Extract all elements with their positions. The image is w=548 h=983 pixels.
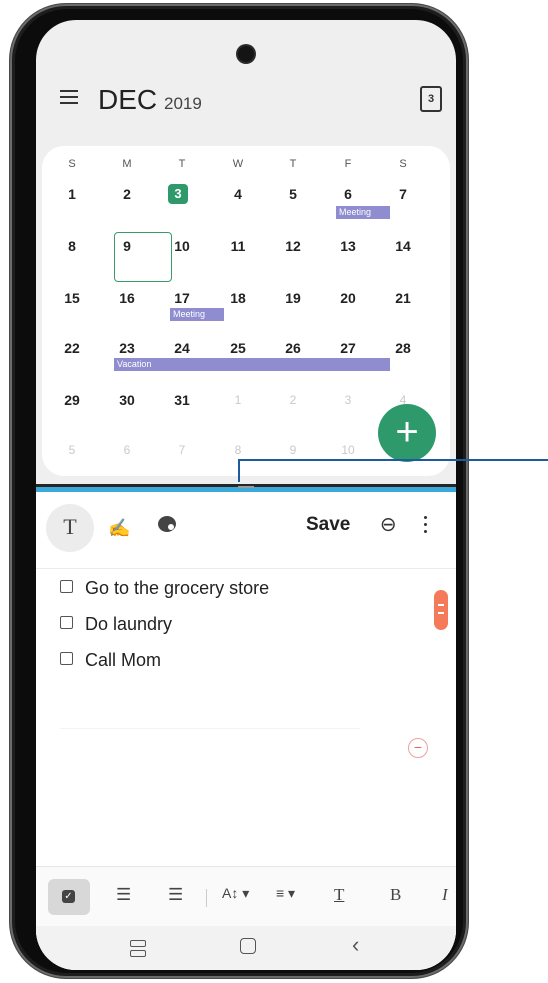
checkbox-icon[interactable] bbox=[60, 580, 73, 593]
calendar-day[interactable]: 21 bbox=[383, 290, 423, 306]
calendar-day-next-month[interactable]: 9 bbox=[273, 443, 313, 457]
weekday-label: M bbox=[122, 158, 132, 170]
formatting-toolbar: ✓ ☰ ☰ A↕ ▾ ≡ ▾ T B I bbox=[36, 866, 456, 927]
camera-cutout bbox=[238, 46, 254, 62]
weekday-label: S bbox=[399, 158, 407, 170]
more-options-icon[interactable] bbox=[424, 516, 428, 537]
system-navigation-bar: ‹ bbox=[36, 926, 456, 970]
calendar-day[interactable]: 22 bbox=[52, 340, 92, 356]
weekday-label: F bbox=[344, 158, 352, 170]
event-chip-vacation[interactable]: Vacation bbox=[114, 358, 390, 371]
calendar-day-next-month[interactable]: 1 bbox=[218, 393, 258, 407]
calendar-day[interactable]: 2 bbox=[107, 186, 147, 202]
save-button[interactable]: Save bbox=[306, 514, 350, 536]
recents-icon[interactable] bbox=[130, 940, 146, 957]
numbered-list-icon[interactable]: ☰ bbox=[116, 885, 131, 905]
calendar-day-next-month[interactable]: 10 bbox=[328, 443, 368, 457]
checklist-item-text[interactable]: Go to the grocery store bbox=[85, 578, 269, 598]
month-label[interactable]: DEC bbox=[98, 84, 157, 116]
align-icon[interactable]: ≡ ▾ bbox=[276, 885, 295, 902]
screen: DEC 2019 3 S M T W T F S 1 2 3 4 5 6 7 M… bbox=[36, 20, 456, 970]
calendar-day[interactable]: 5 bbox=[273, 186, 313, 202]
calendar-day[interactable]: 14 bbox=[383, 238, 423, 254]
calendar-day[interactable]: 17 bbox=[162, 290, 202, 306]
calendar-day[interactable]: 11 bbox=[218, 238, 258, 254]
back-icon[interactable]: ‹ bbox=[352, 932, 359, 958]
calendar-day[interactable]: 27 bbox=[328, 340, 368, 356]
scroll-handle[interactable] bbox=[434, 590, 448, 630]
phone-frame: DEC 2019 3 S M T W T F S 1 2 3 4 5 6 7 M… bbox=[10, 4, 468, 978]
today-day[interactable]: 3 bbox=[168, 184, 188, 204]
text-mode-button[interactable]: T bbox=[46, 504, 94, 552]
calendar-day[interactable]: 23 bbox=[107, 340, 147, 356]
calendar-day-next-month[interactable]: 8 bbox=[218, 443, 258, 457]
add-event-button[interactable]: + bbox=[378, 404, 436, 462]
checklist-item-text[interactable]: Call Mom bbox=[85, 650, 161, 670]
event-chip-meeting[interactable]: Meeting bbox=[336, 206, 390, 219]
text-color-button[interactable]: T bbox=[334, 885, 344, 905]
text-size-icon[interactable]: A↕ ▾ bbox=[222, 885, 249, 902]
bullet-list-icon[interactable]: ☰ bbox=[168, 885, 183, 905]
attach-icon[interactable]: ⊘ bbox=[374, 510, 404, 540]
checklist-item-text[interactable]: Do laundry bbox=[85, 614, 172, 634]
weekday-label: T bbox=[289, 158, 297, 170]
home-icon[interactable] bbox=[240, 938, 256, 954]
checkbox-icon[interactable] bbox=[60, 652, 73, 665]
calendar-day[interactable]: 30 bbox=[107, 392, 147, 408]
palette-icon[interactable] bbox=[158, 516, 176, 532]
calendar-day[interactable]: 6 bbox=[328, 186, 368, 202]
calendar-day[interactable]: 9 bbox=[107, 238, 147, 254]
calendar-day[interactable]: 12 bbox=[273, 238, 313, 254]
calendar-header: DEC 2019 3 bbox=[36, 80, 456, 126]
calendar-day[interactable]: 25 bbox=[218, 340, 258, 356]
content-separator bbox=[60, 728, 360, 729]
calendar-day[interactable]: 10 bbox=[162, 238, 202, 254]
calendar-day[interactable]: 31 bbox=[162, 392, 202, 408]
checkbox-icon: ✓ bbox=[62, 890, 75, 903]
calendar-day[interactable]: 19 bbox=[273, 290, 313, 306]
event-chip-meeting[interactable]: Meeting bbox=[170, 308, 224, 321]
weekday-label: T bbox=[178, 158, 186, 170]
checklist-item[interactable]: Do laundry bbox=[60, 614, 172, 635]
bold-button[interactable]: B bbox=[390, 885, 401, 905]
menu-icon[interactable] bbox=[60, 90, 78, 104]
calendar-day[interactable]: 15 bbox=[52, 290, 92, 306]
calendar-day-next-month[interactable]: 6 bbox=[107, 443, 147, 457]
plus-icon: + bbox=[395, 410, 419, 454]
checkbox-icon[interactable] bbox=[60, 616, 73, 629]
calendar-day[interactable]: 7 bbox=[383, 186, 423, 202]
pen-icon[interactable]: ✍ bbox=[108, 518, 130, 539]
calendar-day[interactable]: 13 bbox=[328, 238, 368, 254]
calendar-day[interactable]: 20 bbox=[328, 290, 368, 306]
toolbar-divider bbox=[36, 568, 456, 569]
today-calendar-icon[interactable]: 3 bbox=[420, 86, 442, 112]
divider-callout-line bbox=[238, 459, 548, 482]
calendar-day[interactable]: 18 bbox=[218, 290, 258, 306]
calendar-day[interactable]: 16 bbox=[107, 290, 147, 306]
weekday-label: W bbox=[232, 158, 244, 170]
checkbox-toggle-button[interactable]: ✓ bbox=[48, 879, 90, 915]
year-label[interactable]: 2019 bbox=[164, 94, 202, 114]
calendar-day[interactable]: 1 bbox=[52, 186, 92, 202]
calendar-day[interactable]: 28 bbox=[383, 340, 423, 356]
checklist-item[interactable]: Call Mom bbox=[60, 650, 161, 671]
divider-handle[interactable] bbox=[238, 486, 254, 488]
calendar-day-next-month[interactable]: 3 bbox=[328, 393, 368, 407]
italic-button[interactable]: I bbox=[442, 885, 448, 905]
calendar-day-next-month[interactable]: 5 bbox=[52, 443, 92, 457]
checklist-item[interactable]: Go to the grocery store bbox=[60, 578, 269, 599]
calendar-day[interactable]: 29 bbox=[52, 392, 92, 408]
weekday-label: S bbox=[68, 158, 76, 170]
notes-pane: T ✍ Save ⊘ Go to the grocery store Do la… bbox=[36, 492, 456, 970]
calendar-day[interactable]: 4 bbox=[218, 186, 258, 202]
calendar-day[interactable]: 26 bbox=[273, 340, 313, 356]
calendar-day-next-month[interactable]: 7 bbox=[162, 443, 202, 457]
calendar-day-next-month[interactable]: 2 bbox=[273, 393, 313, 407]
toolbar-separator bbox=[206, 889, 207, 907]
calendar-day[interactable]: 24 bbox=[162, 340, 202, 356]
remove-icon[interactable]: − bbox=[408, 738, 428, 758]
calendar-day[interactable]: 8 bbox=[52, 238, 92, 254]
